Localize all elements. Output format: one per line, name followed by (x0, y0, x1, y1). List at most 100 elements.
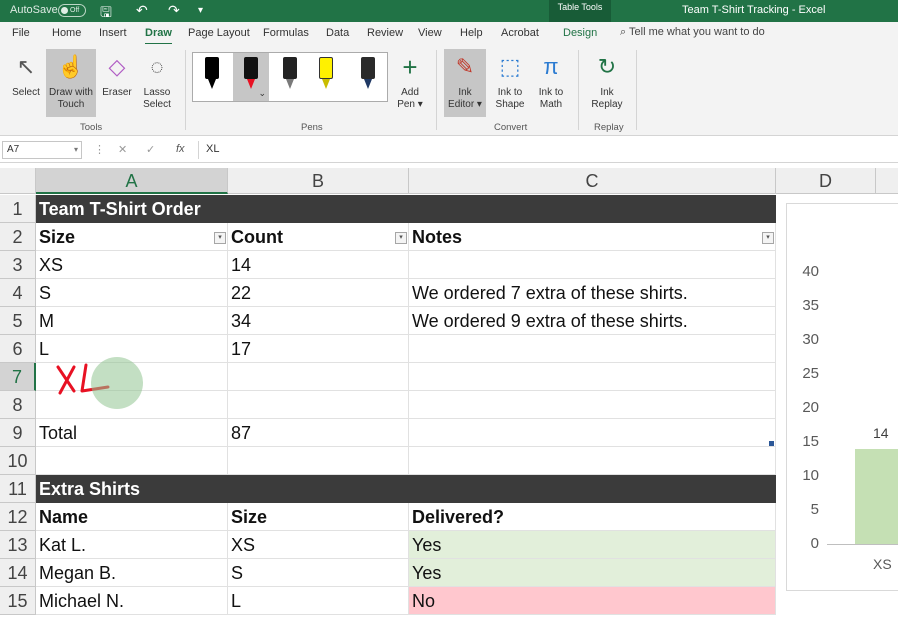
table-cell[interactable] (409, 251, 776, 279)
row-header[interactable]: 10 (0, 447, 36, 475)
tab-page-layout[interactable]: Page Layout (188, 27, 250, 39)
table-cell[interactable] (228, 363, 409, 391)
table-cell[interactable]: M (36, 307, 228, 335)
column-header-e[interactable] (876, 168, 898, 194)
tab-formulas[interactable]: Formulas (263, 27, 309, 39)
total-label[interactable]: Total (36, 419, 228, 447)
table-cell[interactable]: 14 (228, 251, 409, 279)
insert-function-icon[interactable]: fx (176, 143, 185, 155)
redo-icon[interactable]: ↷ (168, 2, 180, 19)
select-button[interactable]: ↖ Select (6, 49, 46, 117)
row-header[interactable]: 3 (0, 251, 36, 279)
table-cell[interactable]: XS (36, 251, 228, 279)
table-resize-handle[interactable] (769, 441, 774, 446)
order-header-size[interactable]: Size (36, 223, 228, 251)
cancel-icon[interactable]: ✕ (118, 143, 127, 156)
column-header-c[interactable]: C (409, 168, 776, 194)
ink-to-math-button[interactable]: π Ink to Math (532, 49, 570, 117)
table-cell[interactable]: 22 (228, 279, 409, 307)
row-header[interactable]: 12 (0, 503, 36, 531)
table-cell[interactable]: L (36, 335, 228, 363)
tab-data[interactable]: Data (326, 27, 349, 39)
table-cell[interactable]: We ordered 7 extra of these shirts. (409, 279, 776, 307)
ink-to-shape-button[interactable]: ⬚ Ink to Shape (490, 49, 530, 117)
formula-input[interactable]: XL (206, 143, 219, 155)
row-header[interactable]: 2 (0, 223, 36, 251)
table-cell[interactable] (36, 447, 228, 475)
table-cell[interactable]: S (36, 279, 228, 307)
table-cell[interactable] (409, 363, 776, 391)
tab-home[interactable]: Home (52, 27, 81, 39)
autosave-toggle[interactable]: Off (58, 4, 86, 17)
tab-draw[interactable]: Draw (145, 27, 172, 45)
row-header[interactable]: 13 (0, 531, 36, 559)
table-cell[interactable]: Kat L. (36, 531, 228, 559)
row-header[interactable]: 9 (0, 419, 36, 447)
chart-bar[interactable] (855, 448, 898, 544)
add-pen-button[interactable]: + Add Pen ▾ (394, 49, 426, 117)
table-cell[interactable] (409, 419, 776, 447)
table-cell[interactable] (409, 391, 776, 419)
row-header[interactable]: 5 (0, 307, 36, 335)
tab-acrobat[interactable]: Acrobat (501, 27, 539, 39)
table-cell[interactable] (409, 335, 776, 363)
extra-header-size[interactable]: Size (228, 503, 409, 531)
filter-dropdown-icon[interactable]: ▾ (214, 232, 226, 244)
order-header-count[interactable]: Count (228, 223, 409, 251)
row-header[interactable]: 8 (0, 391, 36, 419)
count-chart[interactable]: 0 5 10 15 20 25 30 35 40 14 XS (786, 203, 898, 591)
order-table-title[interactable]: Team T-Shirt Order (36, 195, 776, 223)
name-box[interactable]: A7 ▾ (2, 141, 82, 159)
filter-dropdown-icon[interactable]: ▾ (395, 232, 407, 244)
tab-file[interactable]: File (12, 27, 30, 39)
table-cell[interactable]: Megan B. (36, 559, 228, 587)
row-header[interactable]: 14 (0, 559, 36, 587)
tab-view[interactable]: View (418, 27, 442, 39)
row-header[interactable]: 6 (0, 335, 36, 363)
delivered-no-cell[interactable]: No (409, 587, 776, 615)
column-header-d[interactable]: D (776, 168, 876, 194)
table-cell[interactable] (228, 391, 409, 419)
table-cell[interactable] (228, 447, 409, 475)
tab-review[interactable]: Review (367, 27, 403, 39)
tab-insert[interactable]: Insert (99, 27, 127, 39)
galaxy-pen[interactable] (359, 57, 377, 93)
gray-pencil[interactable] (281, 57, 299, 93)
table-cell[interactable]: L (228, 587, 409, 615)
tell-me-search[interactable]: ⌕ Tell me what you want to do (620, 26, 765, 39)
red-pen[interactable] (242, 57, 260, 93)
tab-help[interactable]: Help (460, 27, 483, 39)
table-cell[interactable]: We ordered 9 extra of these shirts. (409, 307, 776, 335)
select-all-corner[interactable] (0, 168, 36, 194)
column-header-a[interactable]: A (36, 168, 228, 194)
customize-qat-icon[interactable]: ▾ (198, 5, 203, 16)
draw-with-touch-button[interactable]: ☝ Draw with Touch (46, 49, 96, 117)
table-cell[interactable]: 17 (228, 335, 409, 363)
enter-check-icon[interactable]: ✓ (146, 143, 155, 156)
filter-dropdown-icon[interactable]: ▾ (762, 232, 774, 244)
row-header[interactable]: 1 (0, 195, 36, 223)
order-header-notes[interactable]: Notes (409, 223, 776, 251)
extra-header-delivered[interactable]: Delivered? (409, 503, 776, 531)
column-header-b[interactable]: B (228, 168, 409, 194)
yellow-highlighter[interactable] (317, 57, 335, 93)
table-cell[interactable]: 34 (228, 307, 409, 335)
ink-replay-button[interactable]: ↻ Ink Replay (588, 49, 626, 117)
delivered-yes-cell[interactable]: Yes (409, 531, 776, 559)
row-header[interactable]: 15 (0, 587, 36, 615)
row-header[interactable]: 7 (0, 363, 36, 391)
table-cell[interactable] (409, 447, 776, 475)
row-header[interactable]: 11 (0, 475, 36, 503)
worksheet[interactable]: A B C D 1 2 3 4 5 6 7 8 9 10 11 12 13 14… (0, 163, 898, 620)
tab-design[interactable]: Design (563, 27, 597, 39)
table-cell[interactable]: XS (228, 531, 409, 559)
eraser-button[interactable]: ◇ Eraser (98, 49, 136, 117)
ink-editor-button[interactable]: ✎ Ink Editor ▾ (444, 49, 486, 117)
undo-icon[interactable]: ↶ (136, 2, 148, 19)
total-value[interactable]: 87 (228, 419, 409, 447)
table-cell[interactable]: S (228, 559, 409, 587)
delivered-yes-cell[interactable]: Yes (409, 559, 776, 587)
extra-table-title[interactable]: Extra Shirts (36, 475, 776, 503)
table-cell[interactable]: Michael N. (36, 587, 228, 615)
name-box-chevron-icon[interactable]: ▾ (74, 145, 78, 154)
